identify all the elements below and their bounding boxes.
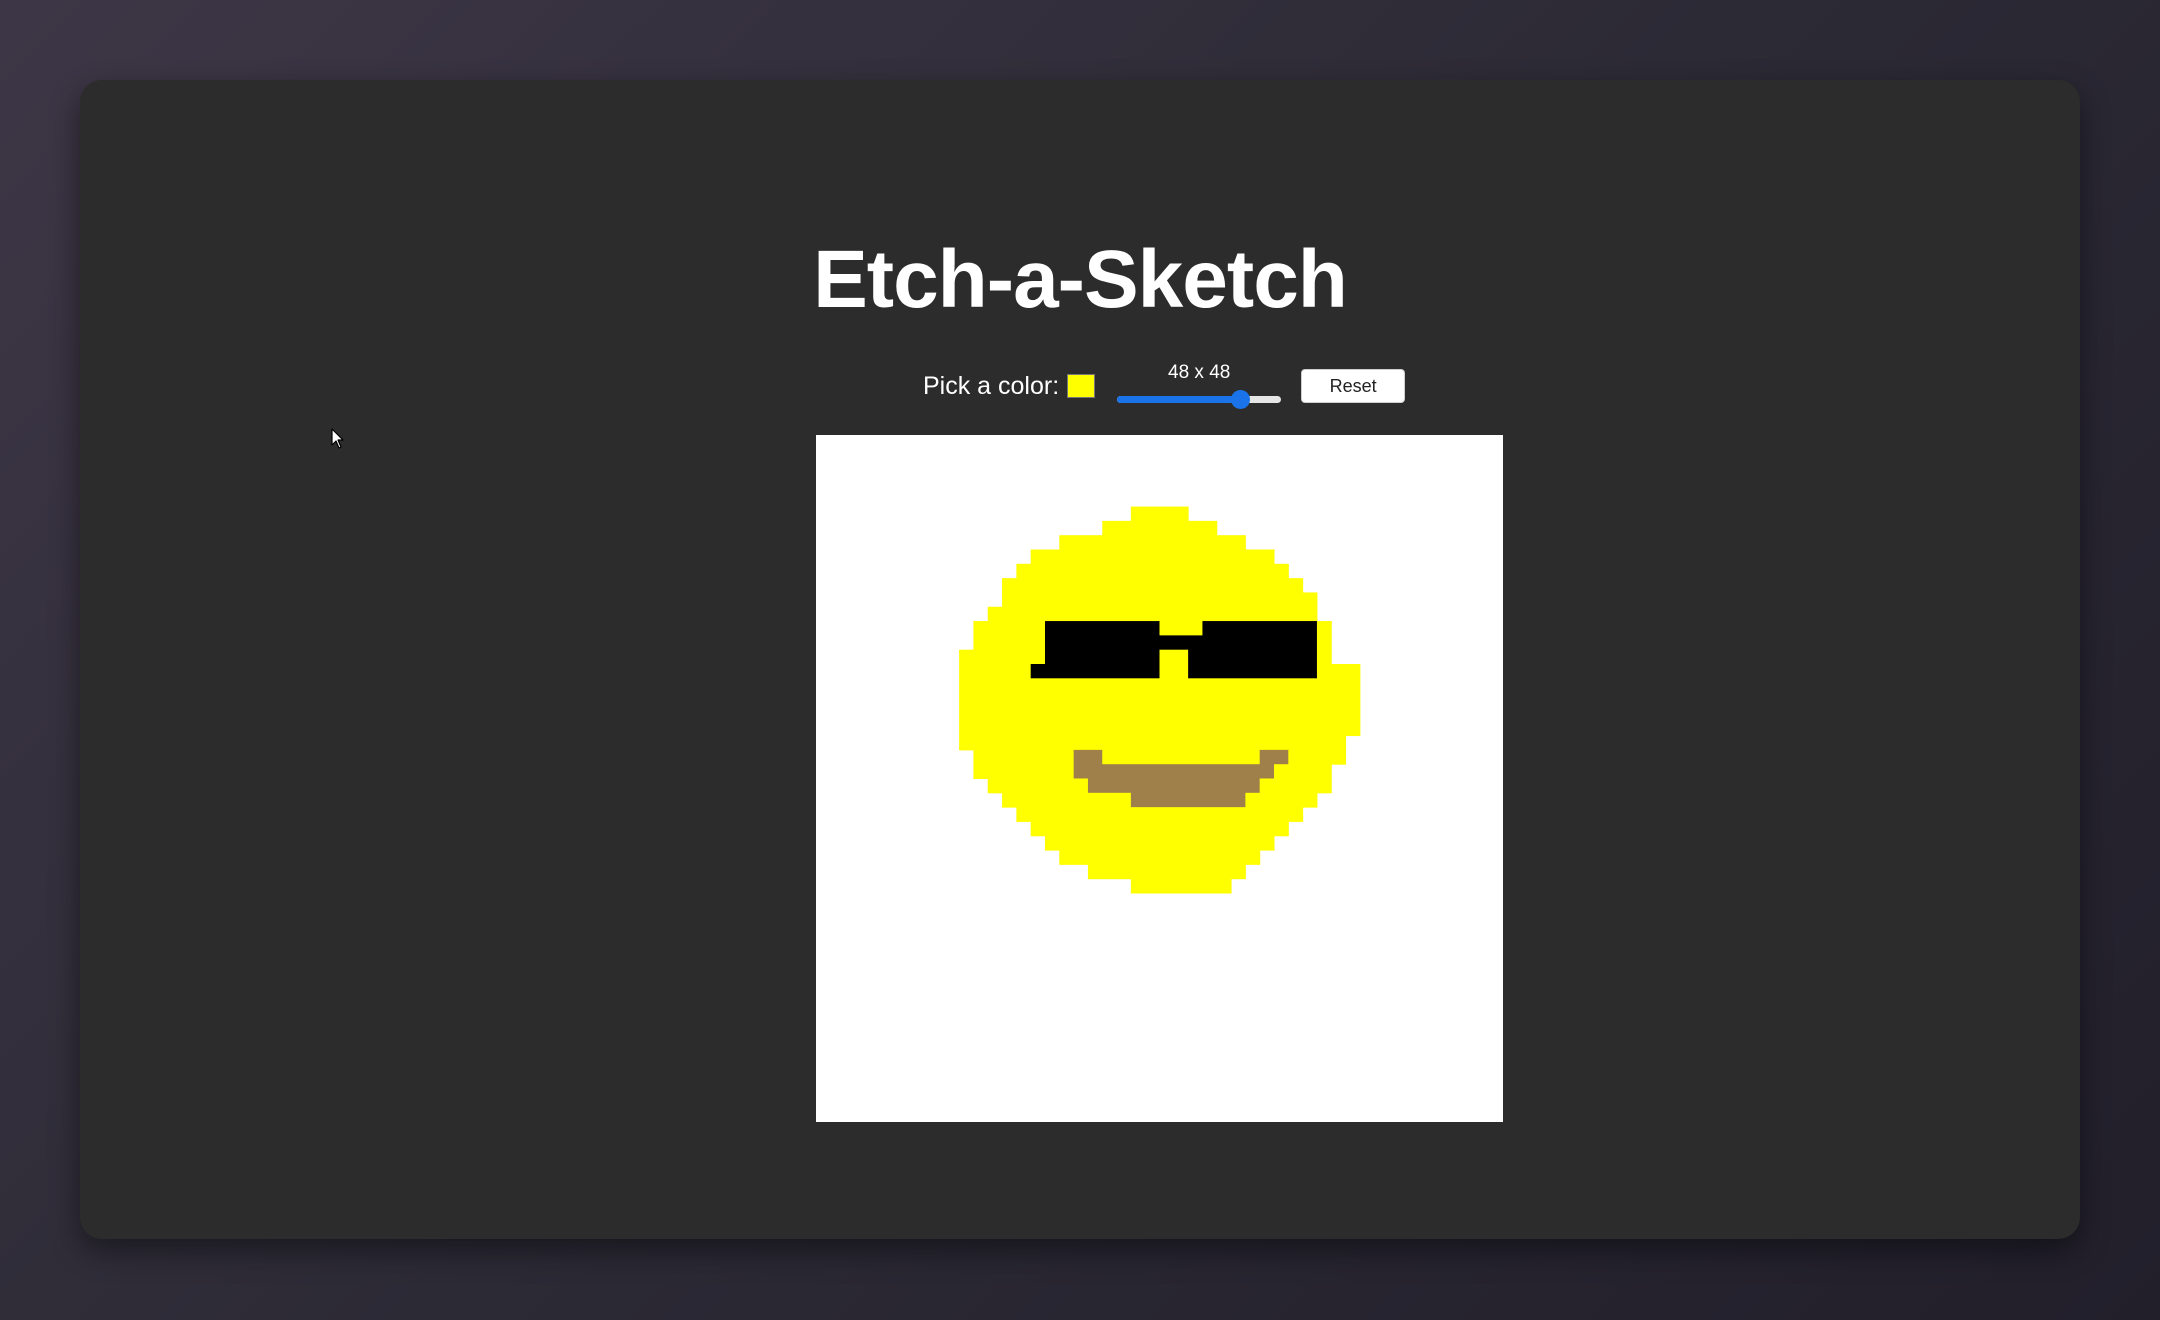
grid-cell-run[interactable] (1030, 664, 1160, 679)
grid-cell-run[interactable] (1202, 621, 1318, 636)
grid-cell-run[interactable] (1102, 749, 1261, 765)
grid-cell-run[interactable] (1316, 621, 1332, 636)
grid-size-slider-thumb[interactable] (1230, 390, 1250, 409)
grid-cell-run[interactable] (1288, 749, 1347, 765)
grid-size-control: 48 x 48 (1117, 362, 1282, 409)
grid-cell-run[interactable] (959, 706, 1361, 722)
grid-cell-run[interactable] (1059, 850, 1261, 865)
grid-cell-run[interactable] (959, 721, 1361, 737)
arrow-cursor-icon (331, 428, 344, 449)
grid-cell-run[interactable] (1073, 764, 1275, 779)
grid-cell-run[interactable] (1030, 549, 1275, 565)
grid-cell-run[interactable] (1130, 792, 1246, 808)
grid-cell-run[interactable] (973, 635, 1046, 651)
grid-cell-run[interactable] (959, 664, 1032, 679)
grid-cell-run[interactable] (1087, 778, 1261, 794)
sketch-grid[interactable] (816, 435, 1503, 1122)
grid-cell-run[interactable] (1073, 749, 1103, 765)
reset-button[interactable]: Reset (1301, 369, 1406, 403)
grid-cell-run[interactable] (959, 735, 1347, 751)
grid-cell-run[interactable] (1159, 635, 1203, 651)
grid-cell-run[interactable] (1045, 635, 1160, 651)
grid-size-label: 48 x 48 (1168, 362, 1231, 383)
grid-cell-run[interactable] (1030, 821, 1289, 837)
grid-cell-run[interactable] (987, 606, 1318, 622)
grid-cell-run[interactable] (1002, 578, 1304, 593)
grid-cell-run[interactable] (1202, 635, 1318, 651)
grid-cell-run[interactable] (1130, 878, 1232, 894)
grid-cell-run[interactable] (1159, 664, 1189, 679)
grid-size-slider-fill (1117, 396, 1240, 403)
grid-cell-run[interactable] (1259, 749, 1289, 765)
grid-cell-run[interactable] (1059, 535, 1246, 550)
grid-cell-run[interactable] (987, 778, 1089, 794)
grid-cell-run[interactable] (959, 692, 1361, 708)
grid-cell-run[interactable] (1045, 621, 1160, 636)
controls-bar: Pick a color: 48 x 48 Reset (923, 362, 1406, 409)
grid-cell-run[interactable] (1274, 764, 1332, 779)
grid-cell-run[interactable] (1002, 792, 1132, 808)
grid-cell-run[interactable] (1087, 864, 1246, 880)
grid-cell-run[interactable] (973, 749, 1075, 765)
grid-cell-run[interactable] (1188, 664, 1318, 679)
sketch-canvas[interactable] (816, 435, 1503, 1122)
grid-cell-run[interactable] (1045, 649, 1160, 665)
grid-cell-run[interactable] (1159, 621, 1203, 636)
grid-cell-run[interactable] (973, 621, 1046, 636)
grid-cell-run[interactable] (1016, 563, 1289, 579)
grid-cell-run[interactable] (1002, 592, 1318, 608)
grid-cell-run[interactable] (1188, 649, 1318, 665)
grid-cell-run[interactable] (1259, 778, 1332, 794)
color-picker-swatch[interactable] (1067, 374, 1096, 398)
grid-cell-run[interactable] (1130, 506, 1189, 522)
grid-cell-run[interactable] (1016, 807, 1304, 822)
grid-cell-run[interactable] (1045, 835, 1275, 851)
grid-cell-run[interactable] (1316, 635, 1332, 651)
grid-size-slider[interactable] (1117, 390, 1282, 409)
grid-cell-run[interactable] (1245, 792, 1318, 808)
app-card: Etch-a-Sketch Pick a color: 48 x 48 Rese… (80, 80, 2080, 1239)
grid-cell-run[interactable] (1159, 649, 1189, 665)
grid-cell-run[interactable] (973, 764, 1075, 779)
color-picker-label: Pick a color: (923, 371, 1060, 400)
grid-cell-run[interactable] (1316, 649, 1332, 665)
grid-cell-run[interactable] (959, 649, 1046, 665)
grid-cell-run[interactable] (1316, 664, 1361, 679)
grid-cell-run[interactable] (1102, 520, 1218, 536)
page-title: Etch-a-Sketch (813, 234, 1348, 325)
grid-cell-run[interactable] (959, 678, 1361, 694)
